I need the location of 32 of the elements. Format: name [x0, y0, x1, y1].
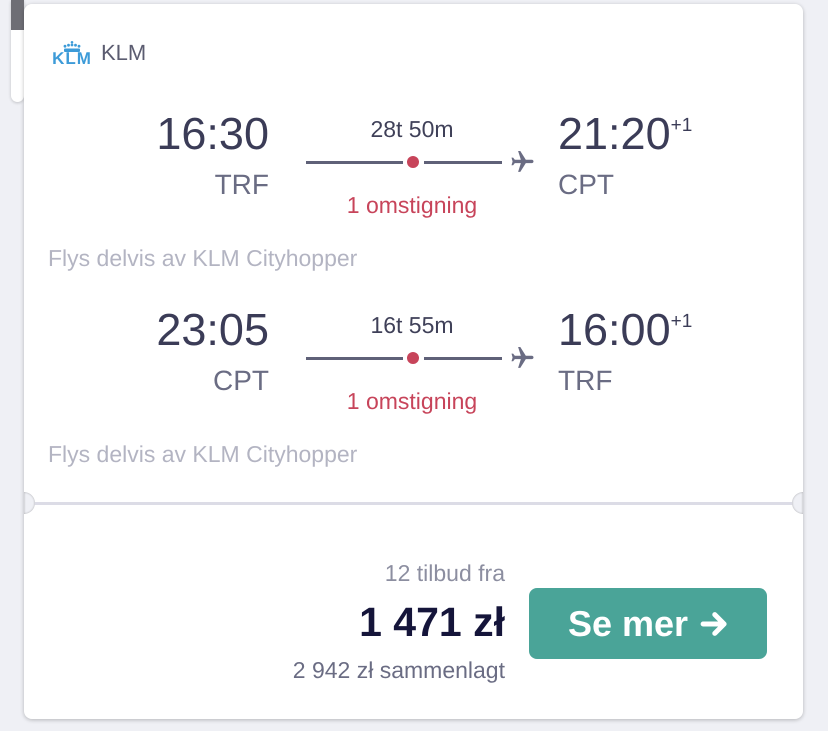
arrival-time: 16:00: [558, 305, 671, 355]
operator-note: Flys delvis av KLM Cityhopper: [48, 441, 358, 467]
stop-dot-icon: [407, 156, 419, 168]
ticket-notch: [24, 492, 35, 514]
arrow-right-icon: [700, 610, 728, 636]
ticket-notch: [792, 492, 803, 514]
day-offset: +1: [670, 116, 692, 136]
see-more-button[interactable]: Se mer: [529, 588, 767, 659]
arrival-airport: TRF: [558, 365, 612, 397]
offer-count: 12 tilbud fra: [384, 560, 505, 586]
stops-label: 1 omstigning: [346, 388, 478, 414]
operator-note: Flys delvis av KLM Cityhopper: [48, 245, 358, 271]
price: 1 471 zł: [359, 598, 505, 644]
day-offset: +1: [670, 312, 692, 332]
flight-duration: 16t 55m: [370, 312, 454, 338]
total-price: 2 942 zł sammenlagt: [292, 656, 505, 682]
airplane-icon: [511, 347, 534, 369]
departure-time: 23:05: [156, 305, 269, 355]
stops-label: 1 omstigning: [346, 192, 478, 218]
flight-duration: 28t 50m: [370, 116, 454, 142]
scrollbar[interactable]: [11, 0, 24, 102]
scrollbar-thumb[interactable]: [11, 0, 24, 30]
arrival-airport: CPT: [558, 169, 614, 201]
logo-wordmark: KLM: [52, 52, 92, 66]
departure-time: 16:30: [156, 109, 269, 159]
crown-icon: [61, 40, 83, 52]
departure-airport: TRF: [214, 169, 269, 201]
arrival-time: 21:20: [558, 109, 671, 159]
stop-dot-icon: [407, 352, 419, 364]
departure-airport: CPT: [213, 365, 269, 397]
airline-name: KLM: [101, 39, 146, 67]
airplane-icon: [511, 151, 534, 173]
